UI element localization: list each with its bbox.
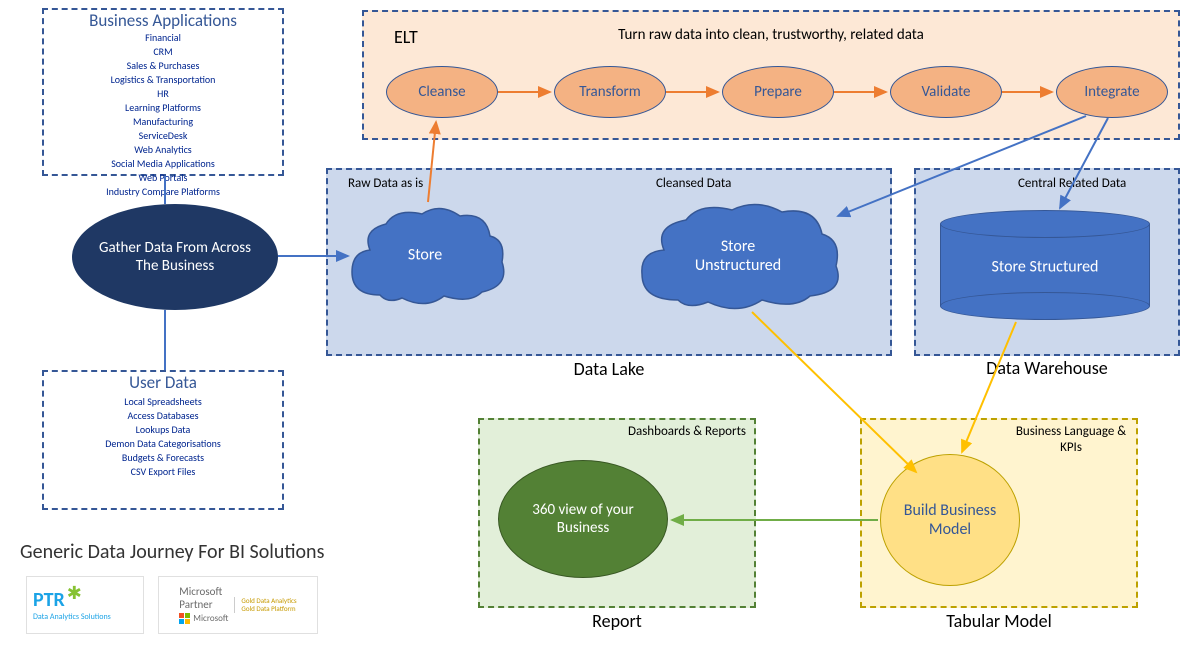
- data-lake-title: Data Lake: [326, 358, 892, 380]
- elt-subtitle: Turn raw data into clean, trustworthy, r…: [364, 26, 1178, 44]
- central-related-label: Central Related Data: [1018, 176, 1126, 191]
- business-app-item: ServiceDesk: [44, 129, 282, 143]
- data-warehouse-title: Data Warehouse: [914, 358, 1180, 380]
- microsoft-icon: [179, 613, 190, 624]
- star-icon: ✱: [67, 582, 82, 604]
- user-data-title: User Data: [44, 372, 282, 393]
- business-app-item: HR: [44, 87, 282, 101]
- ptr-logo: PTR ✱ Data Analytics Solutions: [26, 576, 144, 634]
- user-data-item: Access Databases: [44, 409, 282, 423]
- user-data-list: Local SpreadsheetsAccess DatabasesLookup…: [44, 395, 282, 479]
- user-data-item: CSV Export Files: [44, 465, 282, 479]
- business-app-item: Web Analytics: [44, 143, 282, 157]
- business-app-item: Manufacturing: [44, 115, 282, 129]
- report-title: Report: [478, 610, 756, 632]
- diagram-title: Generic Data Journey For BI Solutions: [20, 540, 324, 564]
- user-data-item: Budgets & Forecasts: [44, 451, 282, 465]
- business-app-item: Web Portals: [44, 171, 282, 185]
- store-unstructured-text: Store Unstructured: [678, 237, 798, 275]
- build-business-model-ellipse: Build Business Model: [880, 454, 1020, 586]
- user-data-item: Demon Data Categorisations: [44, 437, 282, 451]
- business-app-item: Logistics & Transportation: [44, 73, 282, 87]
- gather-data-text: Gather Data From Across The Business: [87, 239, 263, 275]
- elt-step-transform: Transform: [554, 66, 666, 118]
- user-data-item: Local Spreadsheets: [44, 395, 282, 409]
- elt-step-prepare: Prepare: [722, 66, 834, 118]
- user-data-item: Lookups Data: [44, 423, 282, 437]
- business-language-label: Business Language & KPIs: [1006, 424, 1136, 455]
- business-app-item: Industry Compare Platforms: [44, 185, 282, 199]
- business-app-item: CRM: [44, 45, 282, 59]
- raw-data-label: Raw Data as is: [348, 176, 423, 191]
- user-data-box: User Data Local SpreadsheetsAccess Datab…: [42, 370, 284, 510]
- business-app-item: Learning Platforms: [44, 101, 282, 115]
- tabular-model-title: Tabular Model: [860, 610, 1138, 632]
- elt-step-cleanse: Cleanse: [386, 66, 498, 118]
- business-app-item: Sales & Purchases: [44, 59, 282, 73]
- cleansed-data-label: Cleansed Data: [656, 176, 731, 191]
- store-raw-cloud: Store: [340, 200, 510, 310]
- 360-view-ellipse: 360 view of your Business: [498, 460, 668, 578]
- microsoft-partner-logo: Microsoft Partner Microsoft Gold Data An…: [158, 576, 318, 634]
- elt-step-integrate: Integrate: [1056, 66, 1168, 118]
- store-raw-text: Store: [408, 246, 442, 265]
- elt-step-validate: Validate: [890, 66, 1002, 118]
- business-applications-box: Business Applications FinancialCRMSales …: [42, 8, 284, 176]
- store-unstructured-cloud: Store Unstructured: [628, 196, 848, 316]
- business-applications-list: FinancialCRMSales & PurchasesLogistics &…: [44, 31, 282, 199]
- store-structured-text: Store Structured: [992, 257, 1099, 276]
- gather-data-ellipse: Gather Data From Across The Business: [72, 204, 278, 310]
- business-app-item: Financial: [44, 31, 282, 45]
- store-structured-cylinder: Store Structured: [940, 210, 1150, 320]
- business-applications-title: Business Applications: [44, 10, 282, 31]
- business-app-item: Social Media Applications: [44, 157, 282, 171]
- dashboards-reports-label: Dashboards & Reports: [622, 424, 752, 440]
